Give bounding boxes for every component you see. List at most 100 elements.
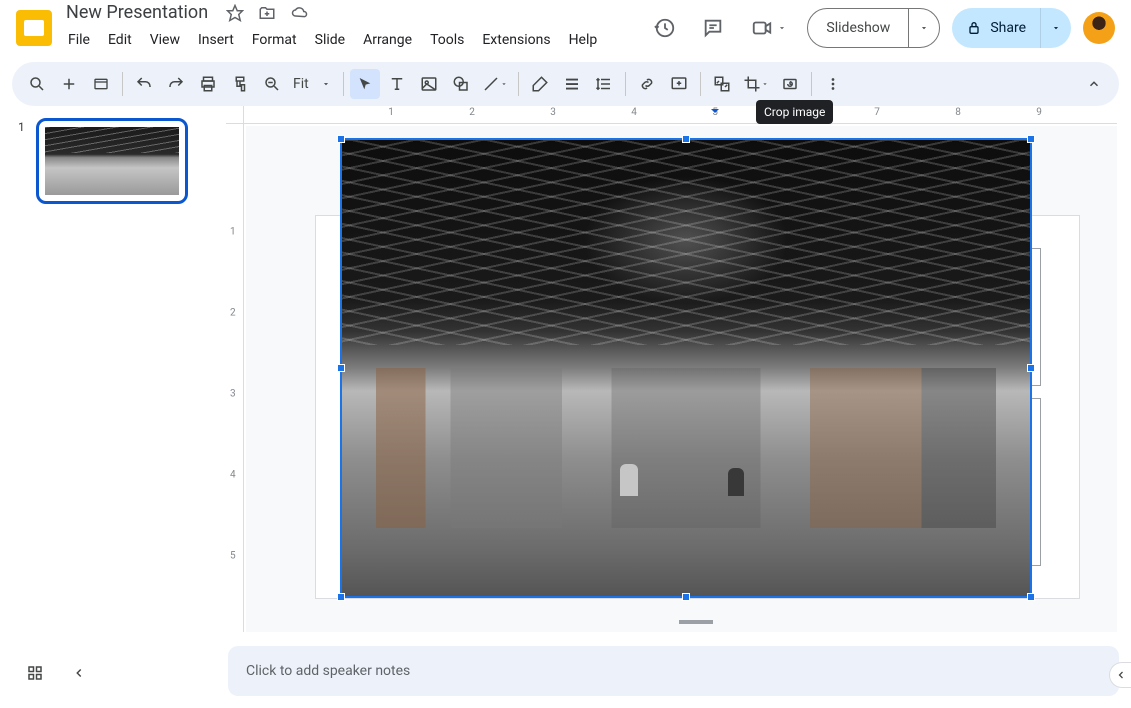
slideshow-main[interactable]: Slideshow [808, 20, 908, 36]
ruler-corner [226, 106, 244, 124]
slideshow-button: Slideshow [807, 8, 940, 48]
meet-button[interactable] [743, 10, 795, 46]
menu-format[interactable]: Format [244, 28, 305, 52]
zoom-dropdown-icon[interactable] [315, 69, 337, 99]
filmstrip: 1 [0, 106, 212, 632]
account-avatar[interactable] [1083, 12, 1115, 44]
zoom-tool[interactable] [257, 69, 287, 99]
ruler-tick: 5 [230, 551, 236, 562]
menu-tools[interactable]: Tools [422, 28, 472, 52]
resize-handle-tl[interactable] [337, 135, 345, 143]
select-tool-icon[interactable] [350, 69, 380, 99]
separator [343, 72, 344, 96]
crop-image-icon[interactable] [739, 69, 773, 99]
canvas: 1 2 3 4 5 6 7 8 9 1 2 3 4 5 [212, 106, 1131, 632]
resize-handle-r[interactable] [1027, 364, 1035, 372]
print-icon[interactable] [193, 69, 223, 99]
expand-side-panel-icon[interactable] [1109, 662, 1131, 688]
undo-icon[interactable] [129, 69, 159, 99]
shape-tool-icon[interactable] [446, 69, 476, 99]
speaker-notes-placeholder: Click to add speaker notes [246, 663, 410, 679]
ruler-tick: 4 [631, 107, 637, 118]
image-content [342, 140, 1030, 596]
tooltip-crop-image: Crop image [756, 100, 833, 124]
slides-logo[interactable] [16, 10, 52, 46]
horizontal-ruler[interactable]: 1 2 3 4 5 6 7 8 9 [244, 106, 1117, 124]
ruler-tick: 7 [874, 107, 880, 118]
history-icon[interactable] [647, 10, 683, 46]
separator [122, 72, 123, 96]
star-icon[interactable] [226, 4, 246, 24]
resize-handle-l[interactable] [337, 364, 345, 372]
collapse-toolbar-icon[interactable] [1079, 69, 1109, 99]
slide-stage[interactable] [246, 126, 1117, 632]
menu-arrange[interactable]: Arrange [355, 28, 420, 52]
align-icon[interactable] [557, 69, 587, 99]
share-button: Share [952, 8, 1071, 48]
replace-image-icon[interactable] [707, 69, 737, 99]
ruler-indicator [711, 106, 719, 124]
slide-number: 1 [18, 118, 28, 204]
line-tool-icon[interactable] [478, 69, 512, 99]
resize-handle-bl[interactable] [337, 593, 345, 601]
toolbar: Fit [12, 62, 1119, 106]
vertical-ruler[interactable]: 1 2 3 4 5 [226, 124, 244, 632]
slideshow-dropdown[interactable] [908, 9, 939, 47]
ruler-tick: 2 [230, 308, 236, 319]
ruler-tick: 2 [469, 107, 475, 118]
ruler-tick: 3 [230, 389, 236, 400]
textbox-tool-icon[interactable] [382, 69, 412, 99]
more-tools-icon[interactable] [818, 69, 848, 99]
share-dropdown[interactable] [1040, 8, 1071, 48]
new-slide-icon[interactable] [54, 69, 84, 99]
separator [811, 72, 812, 96]
bottom-controls [22, 660, 92, 686]
resize-handle-b[interactable] [682, 593, 690, 601]
menu-file[interactable]: File [60, 28, 98, 52]
resize-handle-tr[interactable] [1027, 135, 1035, 143]
speaker-notes[interactable]: Click to add speaker notes [228, 646, 1119, 696]
collapse-filmstrip-icon[interactable] [66, 660, 92, 686]
link-icon[interactable] [632, 69, 662, 99]
menubar: File Edit View Insert Format Slide Arran… [60, 26, 605, 54]
ruler-tick: 9 [1036, 107, 1042, 118]
document-title[interactable]: New Presentation [60, 0, 214, 25]
share-label: Share [990, 20, 1026, 36]
resize-handle-br[interactable] [1027, 593, 1035, 601]
header-right: Slideshow Share [647, 8, 1115, 48]
comments-icon[interactable] [695, 10, 731, 46]
main: 1 1 2 3 4 5 6 7 8 9 1 2 3 4 5 [0, 106, 1131, 632]
selected-image[interactable] [342, 140, 1030, 596]
reset-image-icon[interactable] [775, 69, 805, 99]
search-menu-icon[interactable] [22, 69, 52, 99]
ruler-tick: 3 [550, 107, 556, 118]
filmstrip-slide[interactable]: 1 [18, 118, 204, 204]
cloud-status-icon[interactable] [290, 4, 310, 24]
menu-slide[interactable]: Slide [307, 28, 353, 52]
share-main[interactable]: Share [952, 20, 1040, 36]
menu-view[interactable]: View [142, 28, 188, 52]
redo-icon[interactable] [161, 69, 191, 99]
new-slide-layout-icon[interactable] [86, 69, 116, 99]
ruler-tick: 4 [230, 470, 236, 481]
ruler-tick: 1 [388, 107, 394, 118]
zoom-level[interactable]: Fit [289, 76, 313, 92]
border-color-icon[interactable] [525, 69, 555, 99]
line-spacing-icon[interactable] [589, 69, 619, 99]
image-tool-icon[interactable] [414, 69, 444, 99]
ruler-tick: 8 [955, 107, 961, 118]
move-icon[interactable] [258, 4, 278, 24]
menu-help[interactable]: Help [561, 28, 606, 52]
menu-edit[interactable]: Edit [100, 28, 140, 52]
paint-format-icon[interactable] [225, 69, 255, 99]
notes-splitter-icon[interactable] [679, 620, 713, 624]
menu-insert[interactable]: Insert [190, 28, 242, 52]
title-area: New Presentation File Edit View Insert F… [60, 2, 605, 54]
slide-thumbnail[interactable] [36, 118, 188, 204]
comment-add-icon[interactable] [664, 69, 694, 99]
separator [625, 72, 626, 96]
grid-view-icon[interactable] [22, 660, 48, 686]
separator [700, 72, 701, 96]
resize-handle-t[interactable] [682, 135, 690, 143]
menu-extensions[interactable]: Extensions [474, 28, 558, 52]
